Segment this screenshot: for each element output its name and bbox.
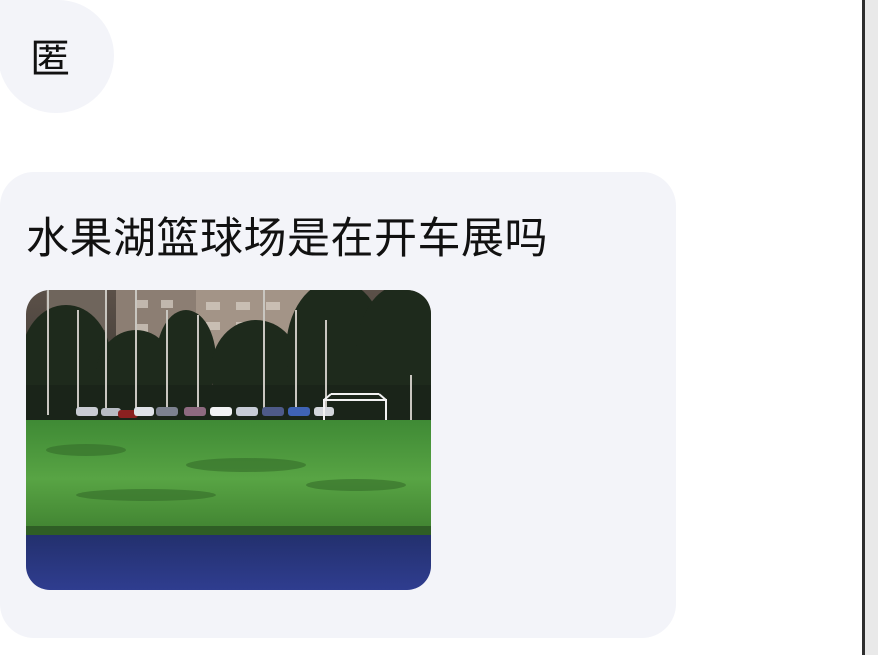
chat-area: 匿 水果湖篮球场是在开车展吗 bbox=[0, 0, 862, 655]
scrollbar-track[interactable] bbox=[865, 0, 878, 655]
photo-image bbox=[26, 290, 431, 590]
message-bubble[interactable]: 匿 bbox=[0, 0, 114, 113]
message-photo[interactable] bbox=[26, 290, 431, 590]
message-bubble[interactable]: 水果湖篮球场是在开车展吗 bbox=[0, 172, 676, 638]
message-text: 水果湖篮球场是在开车展吗 bbox=[26, 214, 548, 264]
message-text: 匿 bbox=[30, 36, 70, 82]
